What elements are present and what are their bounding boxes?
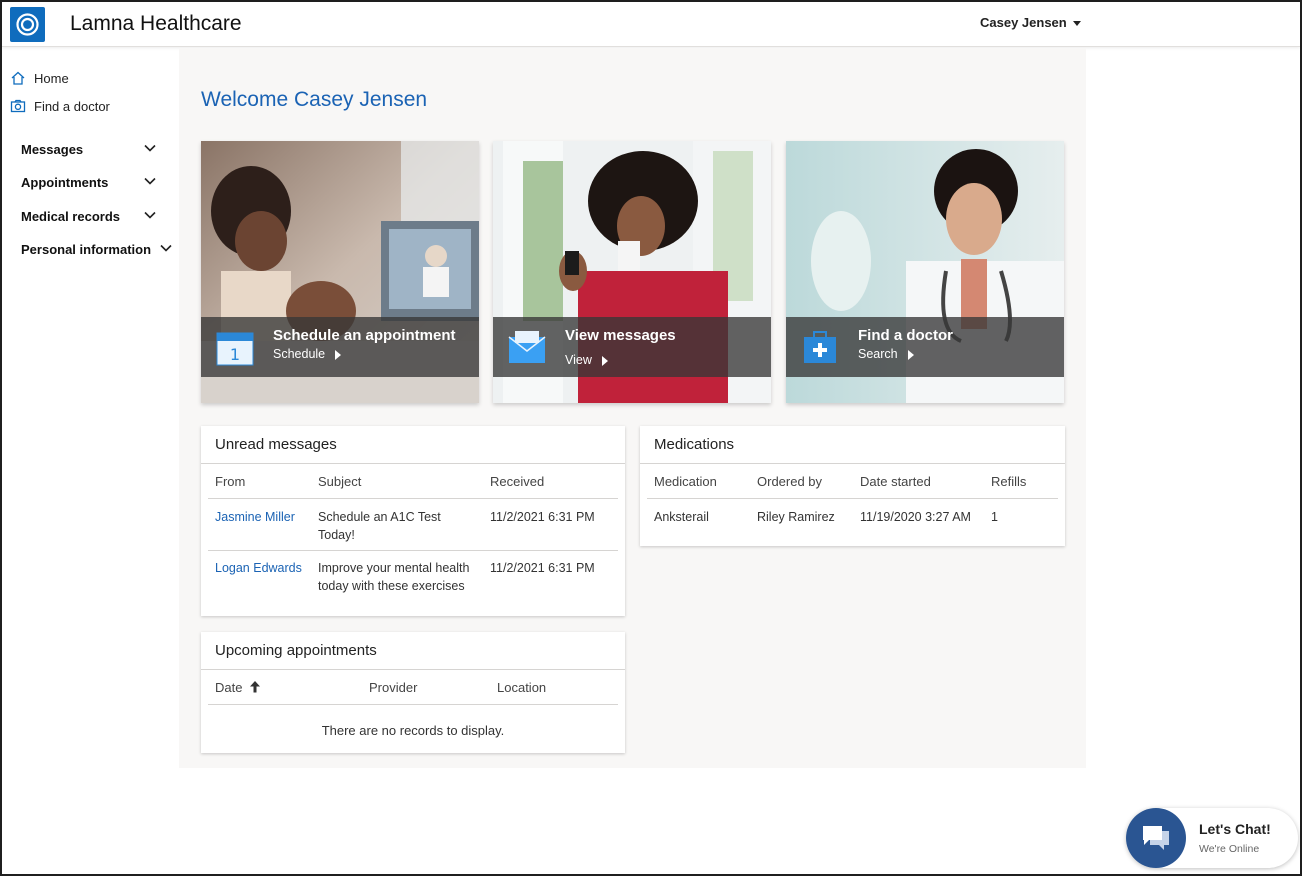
divider [647, 498, 1058, 499]
message-received: 11/2/2021 6:31 PM [490, 510, 595, 524]
column-header-date[interactable]: Date [215, 680, 261, 695]
tile-title: Find a doctor [858, 327, 953, 344]
medication-name: Anksterail [654, 510, 709, 524]
sidebar-section-medical-records[interactable]: Medical records [21, 209, 173, 224]
tile-link-label: Search [858, 347, 898, 361]
message-subject-line: today with these exercises [318, 579, 465, 593]
card-title: Upcoming appointments [215, 642, 377, 659]
empty-state-text: There are no records to display. [321, 723, 505, 738]
chevron-down-icon [160, 244, 172, 252]
chevron-down-icon [144, 211, 156, 219]
caret-right-icon [907, 349, 914, 360]
column-header-subject[interactable]: Subject [318, 474, 361, 489]
medications-card: Medications Medication Ordered by Date s… [640, 426, 1065, 546]
app-frame: Lamna Healthcare Casey Jensen Home Find … [0, 0, 1302, 876]
column-header-label: Date [215, 680, 243, 695]
sidebar-section-messages[interactable]: Messages [21, 142, 173, 157]
tile-link-label: View [565, 353, 592, 367]
medication-refills: 1 [991, 510, 998, 524]
tile-link-search[interactable]: Search [858, 347, 914, 361]
tile-view-messages[interactable]: View messages View [493, 141, 771, 403]
main-content: Welcome Casey Jensen 1 Schedule an appoi… [179, 48, 1086, 768]
envelope-icon [508, 331, 546, 363]
calendar-icon: 1 [216, 332, 254, 366]
message-subject-line: Schedule an A1C Test [318, 510, 441, 524]
home-icon [11, 71, 25, 85]
sidebar-section-label: Medical records [21, 209, 120, 224]
message-subject-line: Improve your mental health [318, 561, 470, 575]
top-header: Lamna Healthcare Casey Jensen [2, 2, 1300, 47]
sidebar-section-label: Messages [21, 142, 84, 157]
sidebar-section-personal-information[interactable]: Personal information [21, 242, 173, 257]
sidebar-link-find-doctor[interactable]: Find a doctor [10, 98, 110, 114]
chevron-down-icon [144, 144, 156, 152]
tile-caption-band: Find a doctor Search [786, 317, 1064, 377]
sidebar-link-label: Find a doctor [34, 98, 110, 114]
column-header-ordered-by[interactable]: Ordered by [757, 474, 822, 489]
column-header-from[interactable]: From [215, 474, 245, 489]
column-header-date-started[interactable]: Date started [860, 474, 931, 489]
sort-ascending-icon [250, 681, 261, 693]
medical-kit-icon [804, 331, 836, 363]
camera-icon [10, 99, 26, 113]
tile-title: Schedule an appointment [273, 327, 456, 344]
divider [208, 550, 618, 551]
welcome-heading: Welcome Casey Jensen [201, 88, 428, 111]
tile-link-view[interactable]: View [565, 353, 608, 367]
sidebar-section-appointments[interactable]: Appointments [21, 175, 173, 190]
tile-link-schedule[interactable]: Schedule [273, 347, 342, 361]
card-title: Medications [654, 436, 735, 453]
sidebar: Home Find a doctor Messages Appointments… [2, 48, 178, 768]
logo-icon[interactable] [10, 7, 45, 42]
brand-name: Lamna Healthcare [70, 12, 242, 35]
column-header-location[interactable]: Location [497, 680, 546, 695]
tile-title: View messages [565, 327, 676, 344]
divider [208, 498, 618, 499]
divider [208, 704, 618, 705]
tile-caption-band: View messages View [493, 317, 771, 377]
unread-messages-card: Unread messages From Subject Received Ja… [201, 426, 625, 616]
message-from-link[interactable]: Jasmine Miller [215, 508, 295, 526]
chat-widget[interactable]: Let's Chat! We're Online [1126, 808, 1298, 868]
user-menu[interactable]: Casey Jensen [980, 15, 1081, 30]
tile-link-label: Schedule [273, 347, 326, 361]
caret-right-icon [335, 349, 342, 360]
sidebar-section-label: Personal information [21, 242, 152, 257]
tile-find-doctor[interactable]: Find a doctor Search [786, 141, 1064, 403]
column-header-medication[interactable]: Medication [654, 474, 717, 489]
chat-bubbles-icon [1143, 826, 1169, 850]
medication-ordered-by: Riley Ramirez [757, 510, 835, 524]
message-subject-line: Today! [318, 528, 355, 542]
column-header-received[interactable]: Received [490, 474, 544, 489]
tile-schedule-appointment[interactable]: 1 Schedule an appointment Schedule [201, 141, 479, 403]
divider [201, 669, 625, 670]
sidebar-link-label: Home [34, 70, 69, 86]
user-name: Casey Jensen [980, 15, 1067, 30]
chat-status: We're Online [1199, 843, 1260, 855]
caret-down-icon [1072, 21, 1081, 27]
chat-title: Let's Chat! [1199, 821, 1271, 837]
divider [640, 463, 1065, 464]
medication-date-started: 11/19/2020 3:27 AM [860, 510, 971, 524]
upcoming-appointments-card: Upcoming appointments Date Provider Loca… [201, 632, 625, 753]
sidebar-link-home[interactable]: Home [10, 70, 69, 86]
chevron-down-icon [144, 177, 156, 185]
divider [201, 463, 625, 464]
card-title: Unread messages [215, 436, 337, 453]
chat-bubble[interactable] [1126, 808, 1186, 868]
sidebar-section-label: Appointments [21, 175, 109, 190]
tile-caption-band: 1 Schedule an appointment Schedule [201, 317, 479, 377]
column-header-refills[interactable]: Refills [991, 474, 1026, 489]
caret-right-icon [601, 355, 608, 366]
message-from-link[interactable]: Logan Edwards [215, 559, 302, 577]
column-header-provider[interactable]: Provider [369, 680, 417, 695]
message-received: 11/2/2021 6:31 PM [490, 561, 595, 575]
svg-text:1: 1 [230, 345, 240, 364]
